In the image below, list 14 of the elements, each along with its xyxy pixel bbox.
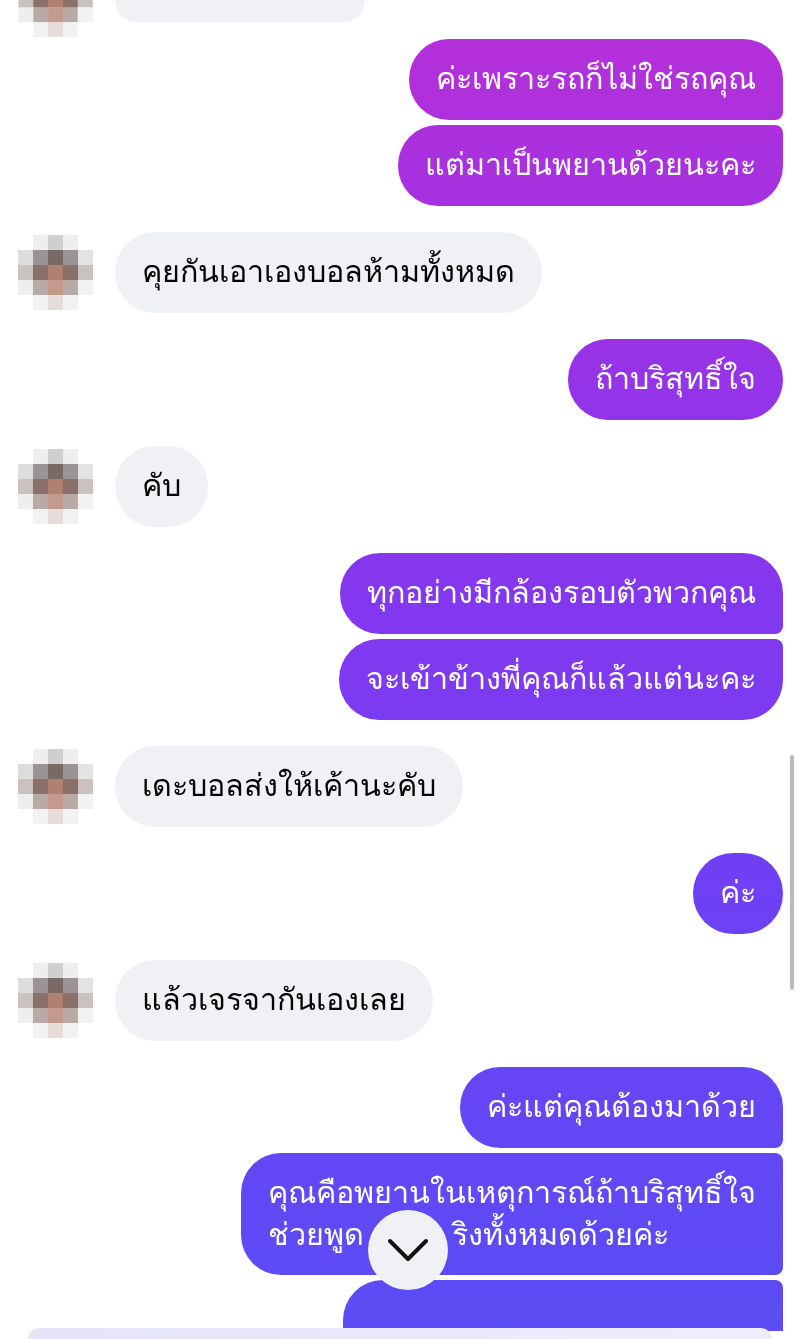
message-bubble: ค่ะเพราะรถก็ไม่ใช่รถคุณ xyxy=(409,39,783,120)
message-bubble: คับ xyxy=(115,446,208,527)
message-bubble: เดะบอลส่งให้เค้านะคับ xyxy=(115,746,463,827)
message-bubble: แต่มาเป็นพยานด้วยนะคะ xyxy=(398,125,783,206)
message-bubble: ถ้าบริสุทธิ์ใจ xyxy=(568,339,783,420)
message-bubble: แล้วเจรจากันเองเลย xyxy=(115,960,433,1041)
message-text: คุณคือพยานในเหตุการณ์ถ้าบริสุทธิ์ใจ xyxy=(268,1172,756,1214)
message-bubble: ทุกอย่างมีกล้องรอบตัวพวกคุณ xyxy=(340,553,783,634)
message-bubble: ค่ะแต่คุณต้องมาด้วย xyxy=(460,1067,783,1148)
chevron-down-icon xyxy=(387,1238,429,1262)
message-text: ช่วยพูด xyxy=(268,1217,364,1252)
message-bubble: ค่ะ xyxy=(693,853,783,934)
message-bubble: คุยกันเอาเองบอลห้ามทั้งหมด xyxy=(115,232,542,313)
message-bubble: จะเข้าข้างพี่คุณก็แล้วแต่นะคะ xyxy=(339,639,783,720)
